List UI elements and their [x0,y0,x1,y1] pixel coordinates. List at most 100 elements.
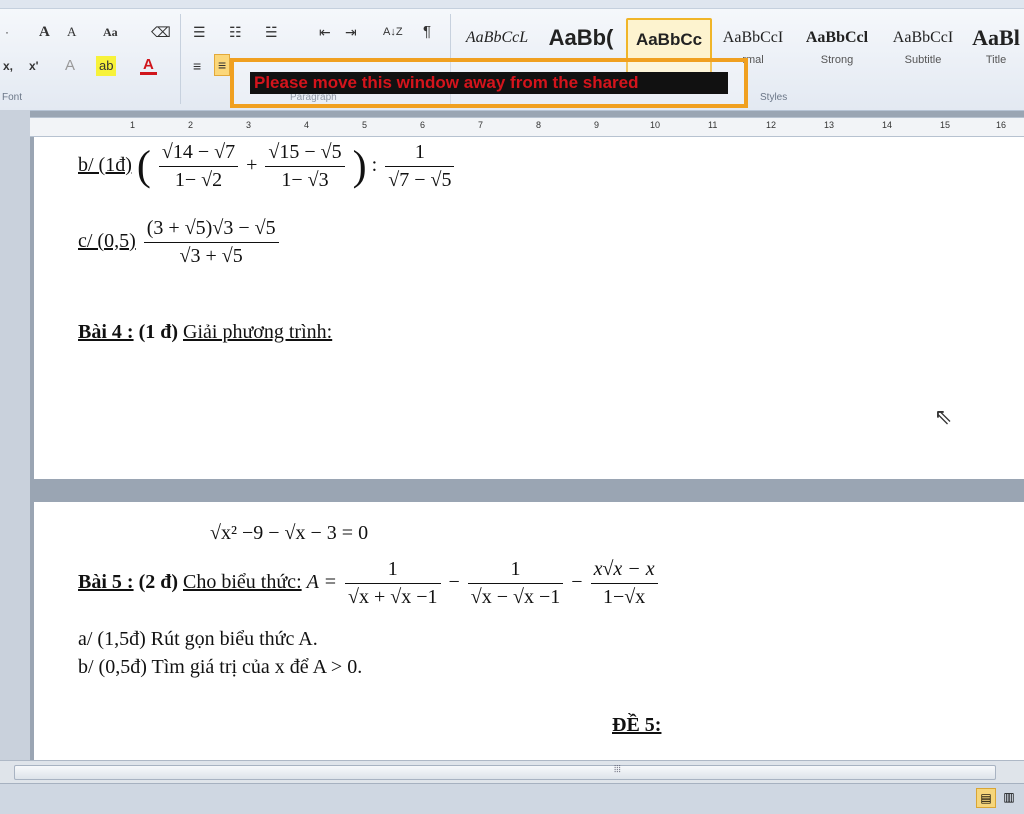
style-sample: AaBl [972,25,1020,50]
font-size-dropdown[interactable]: · [2,22,12,42]
style-sample: AaBbCcl [805,29,869,46]
fraction-denominator: 1−√x [603,586,646,608]
ruler-number: 3 [246,120,252,130]
decrease-indent-icon[interactable]: ⇤ [316,22,334,42]
fraction-denominator: √3 + √5 [179,245,243,267]
screen-share-warning: Please move this window away from the sh… [230,58,748,108]
ruler-number: 5 [362,120,368,130]
fraction: x√x − x 1−√x [590,558,658,609]
grip-icon: ⦙⦙⦙ [614,764,621,775]
group-separator [180,14,181,104]
mouse-pointer-icon: ⇖ [934,405,953,430]
item-label: b/ (1đ) [78,154,132,177]
subscript-button[interactable]: x, [0,56,16,76]
scrollbar-thumb[interactable] [14,765,996,780]
minus-sign: − [448,571,460,594]
ruler-number: 9 [594,120,600,130]
expression-lhs: A = [306,571,337,594]
style-tile[interactable]: AaBbCcl Strong [796,18,878,84]
fraction: 15 − √5 1− √3 [265,141,345,192]
section-heading: ĐỀ 5: [612,714,662,736]
equation: √x² −9 − √x − 3 = 0 [210,522,369,544]
right-paren: ) [352,143,367,190]
style-name: Subtitle [904,54,942,66]
ruler-number: 13 [824,120,835,130]
problem-3c: c/ (0,5) (3 + √5)√3 − √5 √3 + √5 [78,217,282,268]
colon-sign: : [371,154,378,177]
fraction-numerator: 1 [467,558,564,584]
style-sample: AaBbCcI [722,29,784,46]
full-screen-view-icon[interactable]: ▥ [1000,788,1018,806]
style-tile[interactable]: AaBbCcI Subtitle [882,18,964,84]
text-effects-icon[interactable]: A [62,56,78,76]
style-name: Strong [820,54,854,66]
fraction-numerator: 1 [344,558,441,584]
ruler-number: 15 [940,120,951,130]
status-bar: ▤ ▥ [0,783,1024,814]
problem-text: Giải phương trình: [183,321,333,343]
bullets-icon[interactable]: ☰ [190,22,209,42]
ruler-number: 4 [304,120,310,130]
highlight-icon[interactable]: ab [96,56,117,76]
problem-title: Bài 5 : [78,571,134,594]
fraction: 1 √7 − √5 [385,141,455,192]
grow-font-button[interactable]: A [36,22,53,42]
left-paren: ( [136,143,151,190]
fraction-numerator: (3 + √5)√3 − √5 [143,217,279,243]
superscript-button[interactable]: x' [26,56,42,76]
style-sample: AaBbCc [635,30,703,49]
shrink-font-button[interactable]: A [64,22,79,42]
ruler-number: 12 [766,120,777,130]
ruler-number: 16 [996,120,1007,130]
fraction: 1 √x + √x −1 [344,558,441,609]
fraction: 14 − √7 1− √2 [158,141,239,192]
ruler-number: 8 [536,120,542,130]
style-sample: AaBbCcI [892,29,954,46]
problem-title: Bài 4 : [78,321,134,343]
group-label-font: Font [2,92,23,103]
fraction-denominator: 1− √2 [174,169,223,191]
warning-text: Please move this window away from the sh… [254,73,639,92]
problem-3b: b/ (1đ) ( 14 − √7 1− √2 + 15 − √5 1− √3 … [78,141,457,192]
justify-icon[interactable]: ≡ [214,54,231,76]
numbering-icon[interactable]: ☷ [226,22,245,42]
document-page[interactable]: b/ (1đ) ( 14 − √7 1− √2 + 15 − √5 1− √3 … [34,137,1024,479]
style-tile[interactable]: AaBl Title [966,18,1024,84]
increase-indent-icon[interactable]: ⇥ [342,22,360,42]
show-formatting-button[interactable]: ¶ [420,22,434,42]
ruler-number: 7 [478,120,484,130]
horizontal-ruler[interactable]: 1 2 3 4 5 6 7 8 9 10 11 12 13 14 15 16 [30,117,1024,137]
group-label-styles: Styles [760,92,788,103]
problem-points: (1 đ) [138,321,179,343]
problem-4-heading: Bài 4 : (1 đ) Giải phương trình: [78,321,332,344]
minus-sign: − [571,571,583,594]
fraction-denominator: √x − √x −1 [470,586,561,608]
ruler-number: 11 [708,120,718,130]
fraction: (3 + √5)√3 − √5 √3 + √5 [143,217,279,268]
align-left-icon[interactable]: ≡ [190,56,204,76]
multilevel-list-icon[interactable]: ☱ [262,22,281,42]
item-label: c/ (0,5) [78,230,136,253]
fraction-numerator: 14 − √7 [158,141,239,167]
horizontal-scrollbar[interactable]: ⦙⦙⦙ [0,760,1024,783]
ribbon-top-strip [0,0,1024,9]
sub-question-a: a/ (1,5đ) Rút gọn biểu thức A. [78,628,318,650]
fraction-denominator: 1− √3 [281,169,329,191]
style-sample: AaBb( [548,25,614,50]
style-name: Title [985,54,1007,66]
fraction: 1 √x − √x −1 [467,558,564,609]
clear-format-icon[interactable]: ⌫ [148,22,174,42]
ruler-number: 1 [130,120,136,130]
print-layout-view-icon[interactable]: ▤ [976,788,996,808]
left-gutter [0,110,30,760]
change-case-button[interactable]: Aa [100,22,121,42]
problem-points: (2 đ) [138,571,179,594]
fraction-numerator: x√x − x [590,558,658,584]
sort-icon[interactable]: A↓Z [380,22,406,42]
document-page[interactable]: √x² −9 − √x − 3 = 0 Bài 5 : (2 đ) Cho bi… [34,502,1024,760]
font-color-icon[interactable]: A [140,56,157,75]
fraction-denominator: √7 − √5 [388,169,452,191]
ruler-number: 6 [420,120,426,130]
plus-sign: + [246,154,258,177]
ruler-number: 14 [882,120,893,130]
